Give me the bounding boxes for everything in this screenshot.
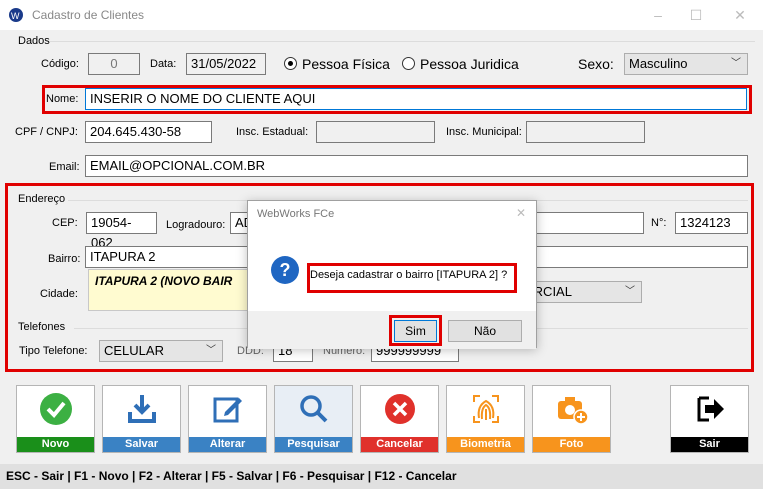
bairro-info-box: ITAPURA 2 (NOVO BAIR — [88, 269, 258, 311]
sexo-select[interactable]: Masculino ﹀ — [624, 53, 748, 75]
pessoa-juridica-radio[interactable] — [402, 57, 415, 70]
sexo-label: Sexo: — [578, 56, 614, 72]
dialog-footer: Sim Não — [248, 311, 536, 349]
numero-end-field[interactable]: 1324123 — [675, 212, 748, 234]
codigo-field[interactable]: 0 — [88, 53, 140, 75]
dados-group-label: Dados — [18, 35, 50, 47]
app-icon: W — [9, 8, 23, 22]
window-title: Cadastro de Clientes — [32, 8, 145, 22]
cidade-label: Cidade: — [40, 288, 78, 300]
novo-label: Novo — [17, 437, 94, 452]
tipo-endereco-select[interactable]: ERCIAL ﹀ — [520, 281, 642, 303]
question-icon: ? — [271, 256, 299, 284]
alterar-button[interactable]: Alterar — [188, 385, 267, 453]
data-field[interactable]: 31/05/2022 — [186, 53, 266, 75]
nome-field[interactable]: INSERIR O NOME DO CLIENTE AQUI — [85, 88, 747, 110]
ie-field[interactable] — [316, 121, 435, 143]
numero-end-label: N°: — [651, 217, 667, 229]
close-button[interactable]: ✕ — [730, 5, 750, 25]
salvar-button[interactable]: Salvar — [102, 385, 181, 453]
nao-button[interactable]: Não — [448, 320, 522, 342]
sair-label: Sair — [671, 437, 748, 452]
status-bar: ESC - Sair | F1 - Novo | F2 - Alterar | … — [0, 464, 763, 489]
exit-icon — [697, 396, 724, 422]
cpf-field[interactable]: 204.645.430-58 — [85, 121, 212, 143]
pessoa-fisica-label: Pessoa Física — [302, 56, 390, 72]
dialog-close-icon[interactable]: ✕ — [516, 206, 526, 220]
sair-button[interactable]: Sair — [670, 385, 749, 453]
maximize-button[interactable]: ☐ — [686, 5, 706, 25]
endereco-group-label: Endereço — [18, 193, 66, 205]
novo-button[interactable]: Novo — [16, 385, 95, 453]
im-label: Insc. Municipal: — [446, 126, 522, 138]
cancelar-button[interactable]: Cancelar — [360, 385, 439, 453]
cancelar-label: Cancelar — [361, 437, 438, 452]
foto-button[interactable]: Foto — [532, 385, 611, 453]
biometria-button[interactable]: Biometria — [446, 385, 525, 453]
dialog-title: WebWorks FCe — [257, 208, 335, 220]
codigo-label: Código: — [41, 58, 79, 70]
cep-field[interactable]: 19054-062 — [86, 212, 157, 250]
sexo-value: Masculino — [629, 56, 688, 71]
tipo-telefone-value: CELULAR — [104, 343, 164, 358]
chevron-down-icon: ﹀ — [206, 345, 216, 356]
data-label: Data: — [150, 58, 177, 70]
sim-button[interactable]: Sim — [394, 320, 437, 342]
svg-text:W: W — [11, 11, 20, 21]
bairro-label: Bairro: — [48, 253, 81, 265]
confirm-dialog: WebWorks FCe ✕ ? Deseja cadastrar o bair… — [247, 200, 537, 349]
logradouro-label: Logradouro: — [166, 219, 226, 231]
minimize-button[interactable]: – — [648, 5, 668, 25]
download-icon — [127, 395, 156, 423]
ie-label: Insc. Estadual: — [236, 126, 309, 138]
pesquisar-label: Pesquisar — [275, 437, 352, 452]
im-field[interactable] — [526, 121, 645, 143]
tipo-telefone-label: Tipo Telefone: — [19, 345, 88, 357]
tipo-telefone-select[interactable]: CELULAR ﹀ — [99, 340, 223, 362]
nome-label: Nome: — [46, 93, 79, 105]
search-icon — [299, 395, 327, 423]
pessoa-fisica-radio[interactable] — [284, 57, 297, 70]
telefones-group-label: Telefones — [18, 321, 66, 333]
check-icon — [39, 393, 72, 425]
chevron-down-icon: ﹀ — [731, 58, 741, 69]
email-label: Email: — [49, 161, 80, 173]
dados-divider — [50, 41, 755, 42]
foto-label: Foto — [533, 437, 610, 452]
cpf-label: CPF / CNPJ: — [15, 126, 78, 138]
pessoa-juridica-label: Pessoa Juridica — [420, 56, 519, 72]
salvar-label: Salvar — [103, 437, 180, 452]
email-field[interactable]: EMAIL@OPCIONAL.COM.BR — [85, 155, 748, 177]
fingerprint-icon — [472, 395, 499, 423]
cep-label: CEP: — [52, 217, 78, 229]
alterar-label: Alterar — [189, 437, 266, 452]
biometria-label: Biometria — [447, 437, 524, 452]
title-bar: W Cadastro de Clientes – ☐ ✕ — [0, 0, 763, 30]
chevron-down-icon: ﹀ — [625, 286, 635, 297]
edit-icon — [213, 397, 242, 423]
dialog-message: Deseja cadastrar o bairro [ITAPURA 2] ? — [310, 269, 508, 281]
cancel-icon — [384, 394, 415, 424]
camera-add-icon — [557, 397, 589, 425]
svg-text:?: ? — [280, 260, 291, 280]
pesquisar-button[interactable]: Pesquisar — [274, 385, 353, 453]
